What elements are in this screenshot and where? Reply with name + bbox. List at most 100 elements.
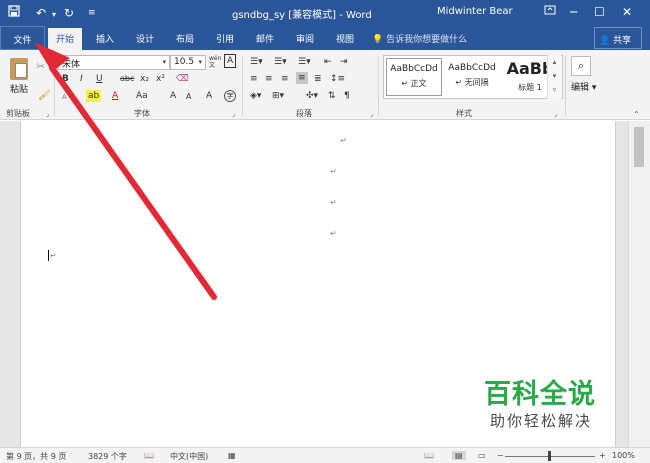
font-launcher-icon[interactable]: ⌟ (232, 110, 235, 118)
numbering-icon[interactable]: ☰▾ (274, 56, 287, 68)
redo-icon[interactable]: ↻ (64, 5, 74, 21)
tab-layout[interactable]: 布局 (176, 32, 194, 45)
web-layout-icon[interactable]: ▭ (478, 451, 486, 460)
align-center-icon[interactable]: ≡ (265, 73, 273, 85)
zoom-level[interactable]: 100% (612, 451, 635, 460)
person-icon: 👤 (599, 36, 611, 46)
subscript-button[interactable]: x₂ (140, 73, 149, 85)
divider (54, 56, 55, 116)
user-name[interactable]: Midwinter Bear (437, 6, 513, 17)
chevron-down-icon: ▾ (591, 83, 597, 93)
share-label: 共享 (613, 36, 632, 46)
increase-indent-icon[interactable]: ⇥ (340, 56, 348, 68)
text-effects-icon[interactable]: A (62, 91, 67, 103)
paragraph-group-label: 段落 (296, 109, 312, 118)
bold-button[interactable]: B (62, 73, 69, 85)
paste-button[interactable]: 粘贴 (10, 82, 28, 95)
zoom-slider-thumb[interactable] (548, 451, 551, 461)
char-shading-icon[interactable]: A (206, 90, 212, 102)
phonetic-guide-icon[interactable]: wén 文 (209, 55, 221, 69)
tab-file[interactable]: 文件 (0, 26, 45, 50)
strikethrough-button[interactable]: abc (120, 73, 134, 85)
zoom-out-button[interactable]: − (497, 451, 504, 460)
paste-icon[interactable] (10, 58, 28, 80)
paragraph-mark: ↵ (340, 136, 347, 145)
search-icon[interactable]: ⌕ (571, 56, 591, 76)
align-right-icon[interactable]: ≡ (281, 73, 289, 85)
distributed-icon[interactable]: ≣ (314, 73, 322, 85)
font-size-select[interactable]: 10.5 ▾ (170, 55, 206, 70)
clipboard-launcher-icon[interactable]: ⌟ (46, 110, 49, 118)
maximize-button[interactable]: ☐ (594, 4, 605, 20)
styles-gallery: AaBbCcDd ↵ 正文 AaBbCcDd ↵ 无间隔 AaBb 标题 1 (383, 55, 563, 99)
justify-icon[interactable]: ≡ (296, 72, 308, 84)
chinese-layout-icon[interactable]: ✣▾ (306, 90, 318, 102)
font-name-select[interactable]: 宋体 ▾ (58, 55, 170, 70)
font-group-label: 字体 (134, 109, 150, 118)
undo-icon[interactable]: ↶ (36, 5, 46, 21)
word-count[interactable]: 3829 个字 (88, 451, 127, 462)
paragraph-launcher-icon[interactable]: ⌟ (370, 110, 373, 118)
close-button[interactable]: ✕ (622, 4, 632, 20)
clear-formatting-icon[interactable]: ⌫ (176, 73, 189, 85)
collapse-ribbon-icon[interactable]: ⌃ (633, 110, 640, 119)
font-color-button[interactable]: A (112, 90, 118, 102)
tab-insert[interactable]: 插入 (96, 32, 114, 45)
minimize-button[interactable]: ─ (570, 4, 577, 20)
tab-design[interactable]: 设计 (136, 32, 154, 45)
italic-button[interactable]: I (80, 73, 83, 85)
shrink-font-button[interactable]: A (186, 91, 191, 103)
language-status[interactable]: 中文(中国) (170, 451, 208, 462)
underline-button[interactable]: U (96, 73, 103, 85)
text-cursor (48, 250, 49, 261)
superscript-button[interactable]: x² (156, 73, 165, 85)
ribbon-tabs: 文件 开始 插入 设计 布局 引用 邮件 审阅 视图 💡 告诉我你想要做什么 👤… (0, 26, 650, 50)
decrease-indent-icon[interactable]: ⇤ (324, 56, 332, 68)
multilevel-list-icon[interactable]: ☰▾ (298, 56, 311, 68)
bullets-icon[interactable]: ☰▾ (250, 56, 263, 68)
borders-icon[interactable]: ⊞▾ (272, 90, 284, 102)
zoom-in-button[interactable]: + (599, 451, 606, 460)
highlight-button[interactable]: ab (86, 90, 102, 102)
tell-me-search[interactable]: 💡 告诉我你想要做什么 (372, 32, 467, 45)
page-count[interactable]: 第 9 页，共 9 页 (6, 451, 66, 462)
format-painter-icon[interactable]: 🖌 (38, 90, 51, 101)
styles-launcher-icon[interactable]: ⌟ (554, 110, 557, 118)
tab-review[interactable]: 审阅 (296, 32, 314, 45)
gallery-scroll[interactable]: ▴ ▾ ▿ (547, 55, 561, 99)
char-border-icon[interactable]: A (224, 54, 237, 68)
save-icon[interactable] (8, 5, 20, 21)
cut-icon[interactable]: ✂ (36, 60, 45, 73)
status-bar: 第 9 页，共 9 页 3829 个字 📖 中文(中国) ▦ 📖 ▤ ▭ − +… (0, 447, 650, 463)
style-no-spacing[interactable]: AaBbCcDd ↵ 无间隔 (444, 58, 500, 96)
shading-icon[interactable]: ◈▾ (250, 90, 261, 102)
editing-button[interactable]: 编辑 ▾ (571, 80, 596, 93)
styles-group-label: 样式 (456, 109, 472, 118)
style-name: ↵ 正文 (401, 79, 427, 88)
divider (565, 56, 566, 116)
tab-home[interactable]: 开始 (48, 28, 83, 50)
print-layout-icon[interactable]: ▤ (452, 451, 466, 460)
sort-icon[interactable]: ⇅ (328, 90, 336, 102)
undo-dropdown-icon[interactable]: ▾ (52, 7, 56, 23)
tab-references[interactable]: 引用 (216, 32, 234, 45)
change-case-button[interactable]: Aa (136, 90, 148, 102)
style-normal[interactable]: AaBbCcDd ↵ 正文 (386, 58, 442, 96)
ribbon-display-icon[interactable] (544, 4, 556, 20)
tab-mailings[interactable]: 邮件 (256, 32, 274, 45)
macro-icon[interactable]: ▦ (228, 451, 236, 460)
show-marks-icon[interactable]: ¶ (344, 90, 350, 102)
line-spacing-icon[interactable]: ↕≡ (330, 73, 345, 85)
read-mode-icon[interactable]: 📖 (424, 451, 434, 460)
scrollbar-thumb[interactable] (634, 127, 644, 167)
tab-view[interactable]: 视图 (336, 32, 354, 45)
align-left-icon[interactable]: ≡ (250, 73, 258, 85)
vertical-scrollbar[interactable] (628, 121, 650, 447)
proofing-icon[interactable]: 📖 (144, 451, 154, 460)
divider (242, 56, 243, 116)
enclose-char-icon[interactable]: 字 (224, 90, 236, 102)
grow-font-button[interactable]: A (170, 90, 176, 102)
customize-icon[interactable]: ≡ (88, 5, 96, 21)
share-button[interactable]: 👤 共享 (594, 27, 642, 49)
chevron-down-icon: ▾ (198, 58, 202, 66)
